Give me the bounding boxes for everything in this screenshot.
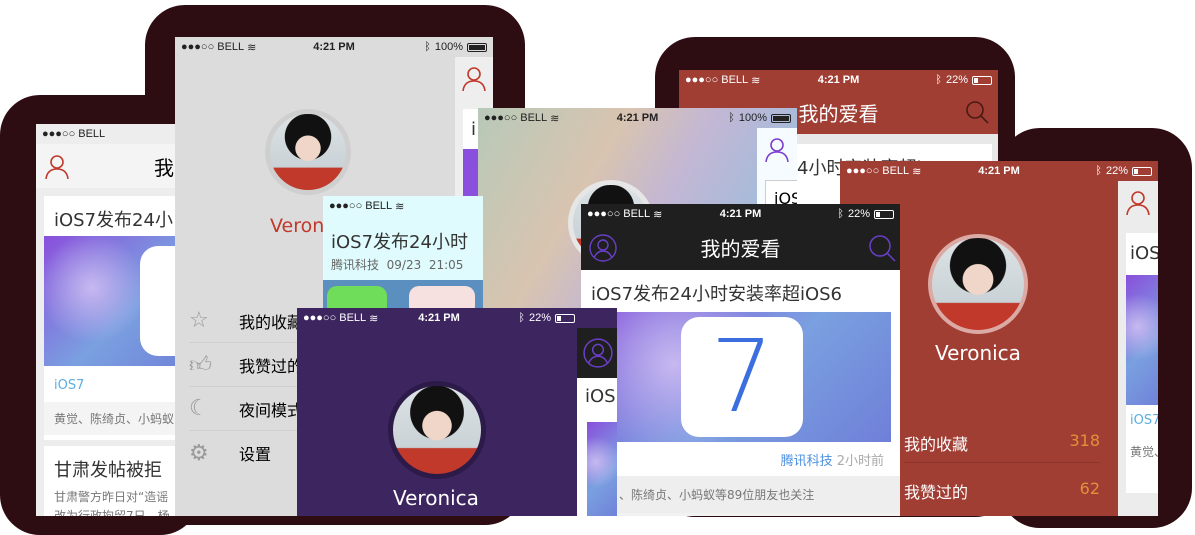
menu-item-liked[interactable]: 我赞过的 62	[904, 479, 1100, 503]
notification-title: iOS7发布24小时	[331, 232, 468, 253]
status-carrier: BELL	[623, 208, 651, 220]
ios7-icon: 7	[681, 317, 803, 437]
moon-icon: ☾	[189, 396, 209, 421]
article-time: 2小时前	[836, 454, 884, 469]
status-signal: ●●●○○	[587, 208, 621, 220]
status-carrier: BELL	[721, 74, 749, 86]
status-carrier: BELL	[78, 128, 106, 140]
status-battery_full: 100%	[738, 112, 767, 124]
menu-1-label: 我赞过的	[239, 356, 304, 376]
status-signal: ●●●○○	[685, 74, 719, 86]
status-carrier: BELL	[365, 200, 393, 212]
phone-feed-black: ●●●○○ BELL ≋ 4:21 PM ᛒ 22% 我的爱看 iOS7发布24小时安装率…	[581, 204, 900, 516]
notification-banner[interactable]: ●●●○○ BELL ≋ iOS7发布24小时 腾讯科技 09/23 21:05	[323, 196, 483, 308]
header-title: 我的爱看	[798, 101, 879, 126]
article-ios_partial: iOS	[585, 386, 616, 407]
main-panel-peek[interactable]: iOS	[577, 328, 617, 516]
status-carrier: BELL	[882, 165, 910, 177]
status-time: 4:21 PM	[313, 41, 355, 53]
wifi-icon: ≋	[653, 208, 663, 221]
article-ios_partial: iOS	[1130, 243, 1158, 264]
article-title[interactable]: iOS7发布24小	[44, 196, 196, 238]
notification-meta: 腾讯科技 09/23 21:05	[331, 258, 464, 272]
menu-3-label: 设置	[239, 445, 272, 464]
article-image: 7	[581, 312, 891, 442]
search-icon[interactable]	[868, 234, 896, 262]
battery-icon	[971, 75, 992, 85]
article-title[interactable]: 甘肃发帖被拒	[44, 446, 196, 488]
status-time: 4:21 PM	[817, 74, 860, 86]
article-image	[44, 236, 196, 366]
wifi-icon: ≋	[247, 41, 257, 54]
status-signal: ●●●○○	[484, 112, 518, 124]
user-icon[interactable]	[764, 136, 790, 162]
bluetooth-icon: ᛒ	[935, 74, 942, 86]
status-time: 4:21 PM	[616, 112, 659, 124]
phone-feed-light: ●●●○○ BELL 我 iOS7发布24小 iOS7 黄觉、陈绮贞、小蚂蚁 甘肃…	[36, 124, 196, 516]
status-battery_low: 22%	[945, 74, 968, 86]
menu-0-label: 我的收藏	[239, 312, 304, 332]
status-time: 4:21 PM	[978, 165, 1020, 177]
profile-name: Veronica	[935, 341, 1021, 365]
article-source[interactable]: 腾讯科技	[781, 454, 833, 469]
article-title[interactable]: iOS7发布24小时安装率超iOS6	[581, 270, 900, 312]
user-icon[interactable]	[1125, 189, 1151, 215]
user-icon[interactable]	[583, 338, 613, 368]
menu-0-count: 318	[1069, 431, 1100, 450]
star-icon: ☆	[189, 308, 209, 333]
avatar[interactable]	[928, 234, 1028, 334]
menu-0-label: 我的收藏	[904, 435, 969, 454]
user-icon[interactable]	[44, 153, 70, 179]
search-icon[interactable]	[964, 99, 990, 125]
article-card[interactable]: 甘肃发帖被拒 甘肃警方昨日对“造谣 改为行政拘留7日。杨	[44, 446, 196, 516]
article-card[interactable]: iOS7发布24小时安装率超iOS6 7 腾讯科技 2小时前	[581, 270, 900, 476]
profile-name: Veronica	[393, 486, 479, 510]
status-signal: ●●●○○	[181, 41, 215, 53]
battery-icon	[467, 42, 487, 52]
header-title: 我	[154, 155, 174, 180]
status-battery_low: 22%	[1105, 165, 1128, 177]
thumbs-up-icon: 👍︎	[189, 353, 212, 378]
status-carrier: BELL	[520, 112, 548, 124]
gear-icon: ⚙	[189, 440, 209, 466]
menu-1-label: 我赞过的	[904, 483, 969, 502]
status-signal: ●●●○○	[329, 200, 363, 212]
menu-2-label: 夜间模式	[239, 400, 304, 420]
bluetooth-icon: ᛒ	[837, 208, 844, 220]
status-signal: ●●●○○	[42, 128, 76, 140]
status-battery_full: 100%	[434, 41, 463, 53]
user-icon[interactable]	[589, 234, 617, 262]
avatar[interactable]	[388, 381, 486, 479]
avatar[interactable]	[265, 109, 351, 195]
article-tag: iOS7	[1130, 413, 1158, 428]
article-tag[interactable]: iOS7	[54, 378, 84, 393]
header-title: 我的爱看	[700, 236, 781, 261]
status-battery_low: 22%	[528, 312, 552, 324]
profile-name: Veron	[270, 215, 325, 237]
main-panel-peek[interactable]: iOS iOS7 黄觉、陈绮贞、小蚂蚁	[1118, 181, 1158, 516]
status-carrier: BELL	[217, 41, 245, 53]
status-signal: ●●●○○	[303, 312, 337, 324]
menu-1-count: 62	[1079, 479, 1100, 498]
phone-sidebar-purple: ●●●○○ BELL ≋ 4:21 PM ᛒ 22% Veronica iOS	[297, 308, 617, 516]
friends-note: 、陈绮贞、小蚂蚁等89位朋友也关注	[581, 476, 900, 513]
article-friends_short: 黄觉、陈绮贞、小蚂蚁	[1130, 445, 1158, 459]
article-card[interactable]: iOS7发布24小 iOS7 黄觉、陈绮贞、小蚂蚁	[44, 196, 196, 440]
bluetooth-icon: ᛒ	[424, 41, 431, 53]
friends-note: 黄觉、陈绮贞、小蚂蚁	[44, 402, 196, 435]
user-icon[interactable]	[461, 65, 487, 91]
status-signal: ●●●○○	[846, 165, 880, 177]
status-time: 4:21 PM	[719, 208, 762, 220]
status-carrier: BELL	[339, 312, 367, 324]
battery-icon	[873, 209, 894, 219]
menu-item-favorites[interactable]: 我的收藏 318	[904, 431, 1100, 463]
status-battery_low: 22%	[847, 208, 870, 220]
status-time: 4:21 PM	[418, 312, 460, 324]
article-summary: 甘肃警方昨日对“造谣	[54, 490, 169, 504]
article-summary: 改为行政拘留7日。杨	[54, 509, 170, 516]
